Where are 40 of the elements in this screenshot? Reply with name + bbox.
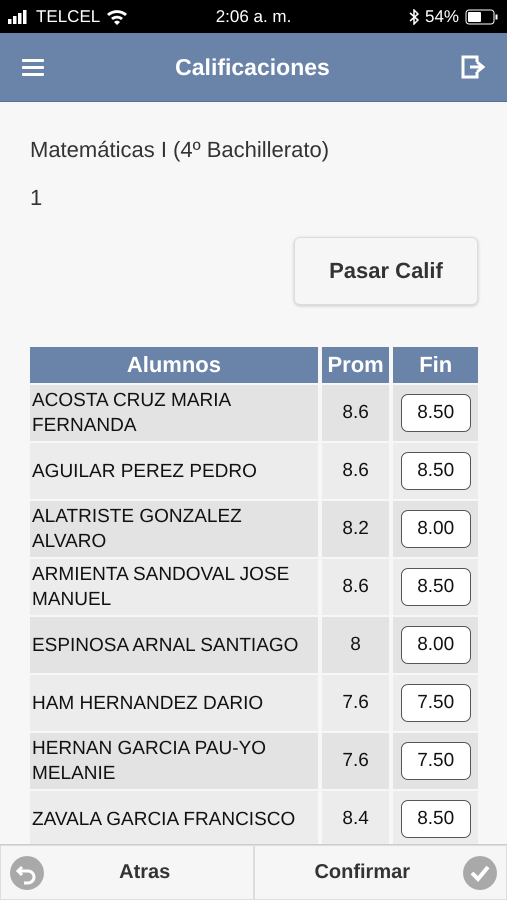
column-header: Fin xyxy=(393,347,478,383)
bluetooth-icon xyxy=(408,8,419,24)
period-number: 1 xyxy=(30,185,44,211)
average-cell: 8.6 xyxy=(322,443,390,499)
student-name-cell: AGUILAR PEREZ PEDRO xyxy=(30,443,318,499)
final-grade-field[interactable]: 8.50 xyxy=(400,568,471,606)
average-cell: 7.6 xyxy=(322,675,390,731)
confirm-button[interactable]: Confirmar xyxy=(254,845,507,900)
average-cell: 8.6 xyxy=(322,559,390,615)
average-cell: 8.6 xyxy=(322,385,390,441)
final-grade-field[interactable]: 8.00 xyxy=(400,626,471,664)
pass-grades-button[interactable]: Pasar Calif xyxy=(294,237,478,305)
final-grade-field[interactable]: 7.50 xyxy=(400,684,471,722)
clock-time: 2:06 a. m. xyxy=(216,6,292,26)
column-header: Prom xyxy=(322,347,390,383)
page-title: Calificaciones xyxy=(175,54,330,80)
carrier-name: TELCEL xyxy=(36,6,100,26)
average-cell: 7.6 xyxy=(322,733,390,789)
average-cell: 8.2 xyxy=(322,501,390,557)
wifi-icon xyxy=(106,8,128,24)
final-grade-field[interactable]: 8.50 xyxy=(400,394,471,432)
student-name-cell: ESPINOSA ARNAL SANTIAGO xyxy=(30,617,318,673)
back-button[interactable]: Atras xyxy=(0,845,254,900)
student-name-cell: HERNAN GARCIA PAU-YO MELANIE xyxy=(30,733,318,789)
column-header: Alumnos xyxy=(30,347,318,383)
subject-title: Matemáticas I (4º Bachillerato) xyxy=(30,137,330,163)
final-grade-field[interactable]: 7.50 xyxy=(400,742,471,780)
final-grade-field[interactable]: 8.50 xyxy=(400,800,471,838)
final-grade-field[interactable]: 8.50 xyxy=(400,452,471,490)
battery-percent: 54% xyxy=(424,6,460,26)
average-cell: 8 xyxy=(322,617,390,673)
student-name-cell: ALATRISTE GONZALEZ ALVARO xyxy=(30,501,318,557)
final-grade-field[interactable]: 8.00 xyxy=(400,510,471,548)
student-name-cell: ACOSTA CRUZ MARIA FERNANDA xyxy=(30,385,318,441)
checkmark-icon xyxy=(462,854,498,890)
student-name-cell: ZAVALA GARCIA FRANCISCO xyxy=(30,791,318,844)
battery-icon xyxy=(465,8,500,24)
average-cell: 8.4 xyxy=(322,791,390,844)
student-name-cell: ARMIENTA SANDOVAL JOSE MANUEL xyxy=(30,559,318,615)
student-name-cell: HAM HERNANDEZ DARIO xyxy=(30,675,318,731)
